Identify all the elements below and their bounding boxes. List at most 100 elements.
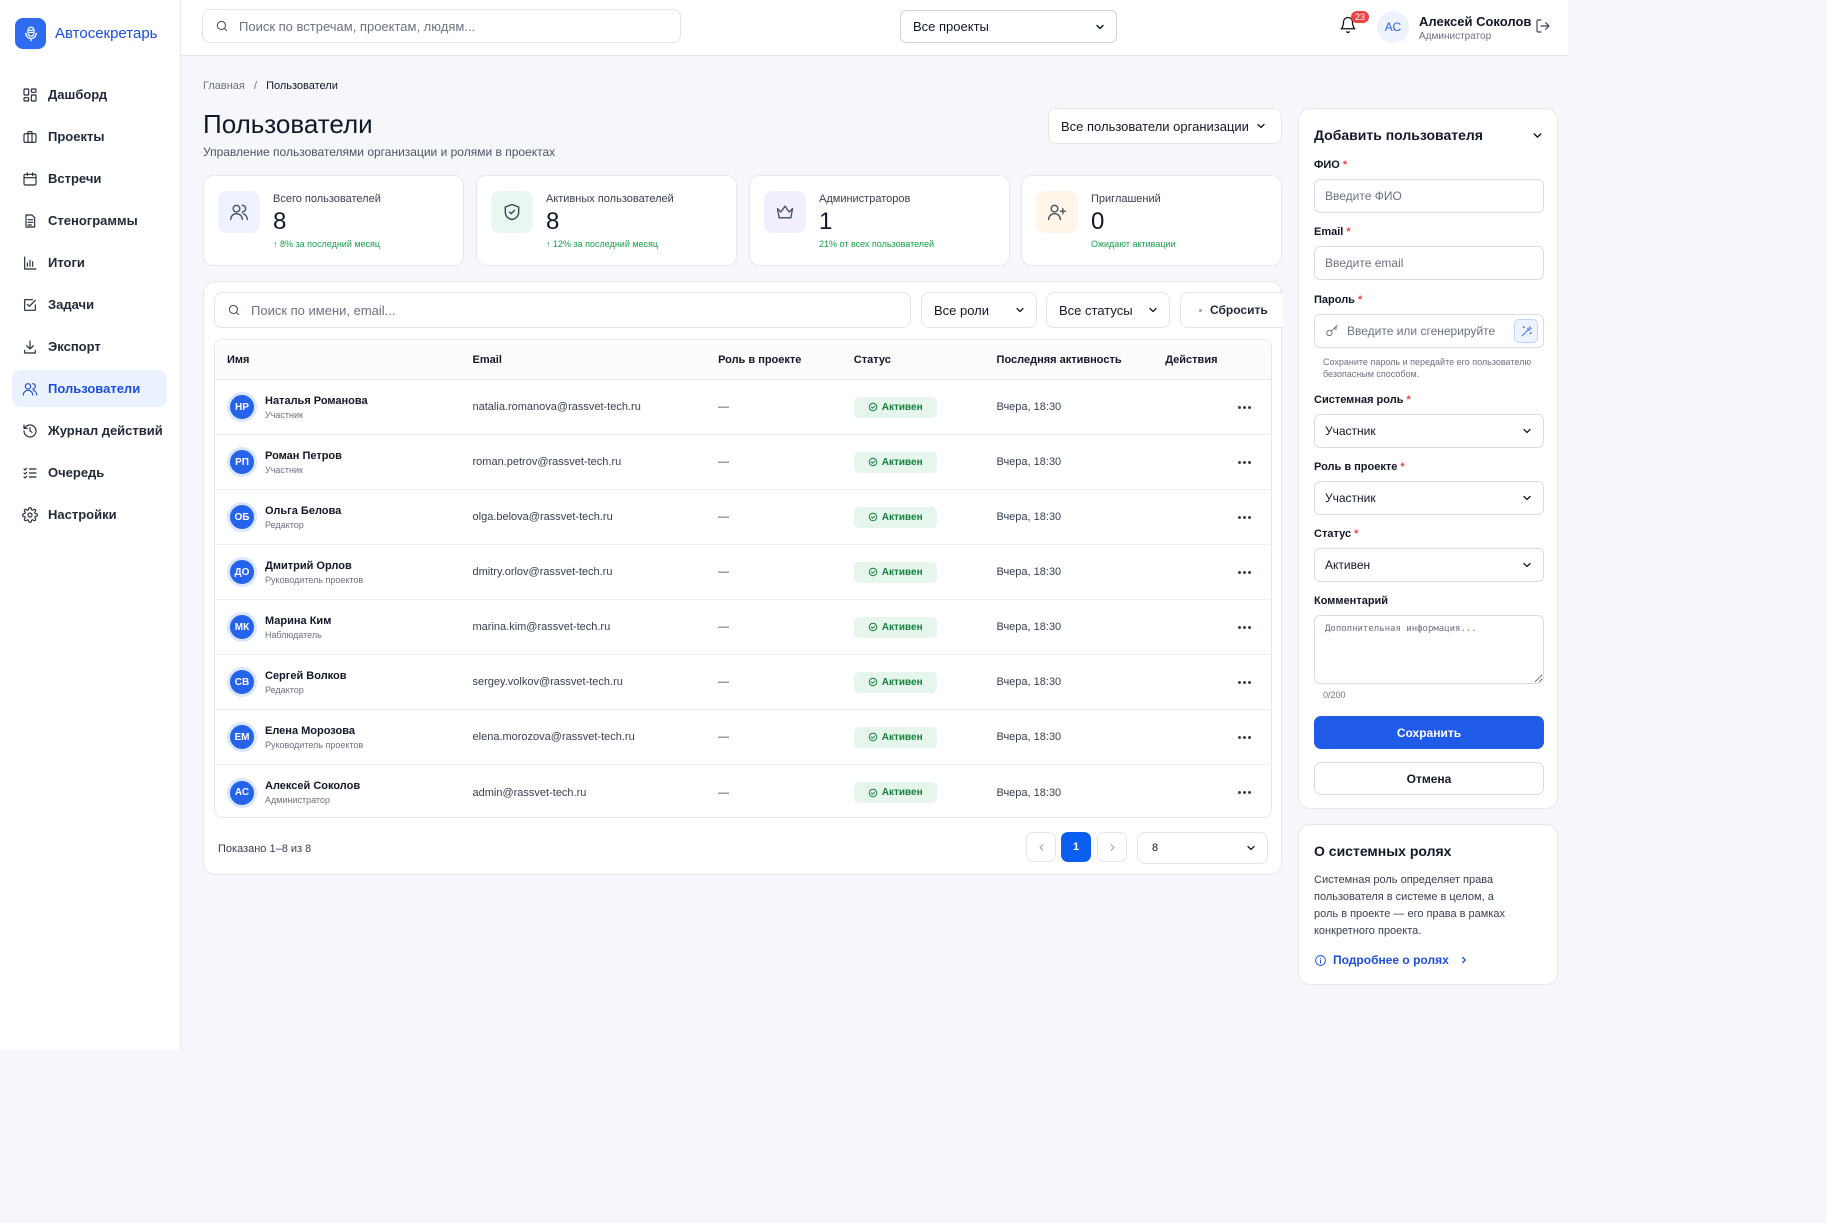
generate-password-button[interactable] — [1514, 319, 1538, 343]
notifications-button[interactable]: 23 — [1339, 11, 1370, 34]
more-actions-icon[interactable] — [1237, 570, 1251, 574]
app-logo[interactable]: Автосекретарь — [15, 18, 157, 49]
table-row[interactable]: СВ Сергей Волков Редактор sergey.volkov@ras… — [215, 655, 1271, 710]
user-name[interactable]: Алексей Соколов — [265, 780, 360, 792]
column-header-status[interactable]: Статус — [854, 354, 997, 366]
users-search-input[interactable] — [251, 302, 851, 318]
fio-input[interactable] — [1325, 189, 1533, 203]
global-search-input[interactable] — [239, 18, 639, 34]
comment-textarea[interactable] — [1314, 615, 1544, 684]
users-search[interactable] — [214, 292, 911, 328]
sidebar-item-export[interactable]: Экспорт — [12, 328, 167, 365]
table-row[interactable]: ДО Дмитрий Орлов Руководитель проектов dmit… — [215, 545, 1271, 600]
column-header-project-role[interactable]: Роль в проекте — [718, 354, 854, 366]
role-filter[interactable]: Все роли — [921, 292, 1037, 328]
password-input[interactable] — [1347, 324, 1506, 338]
pagination-prev-button[interactable] — [1026, 832, 1056, 862]
table-row[interactable]: ЕМ Елена Морозова Руководитель проектов ele… — [215, 710, 1271, 765]
user-name[interactable]: Марина Ким — [265, 615, 331, 627]
sidebar-nav: Дашборд Проекты Встречи Стенограммы Итог… — [12, 76, 167, 538]
fio-field[interactable] — [1314, 179, 1544, 213]
sidebar-item-meetings[interactable]: Встречи — [12, 160, 167, 197]
table-row[interactable]: РП Роман Петров Участник roman.petrov@rassv… — [215, 435, 1271, 490]
status-select[interactable]: Активен — [1314, 548, 1544, 582]
user-info: Марина Ким Наблюдатель — [265, 615, 331, 640]
sidebar-item-projects[interactable]: Проекты — [12, 118, 167, 155]
pagination-next-button[interactable] — [1097, 832, 1127, 862]
user-email: marina.kim@rassvet-tech.ru — [472, 621, 611, 633]
column-header-name[interactable]: Имя — [215, 354, 473, 366]
column-header-email[interactable]: Email — [473, 354, 719, 366]
status-cell: Активен — [853, 506, 997, 528]
email-input[interactable] — [1325, 256, 1533, 270]
save-button[interactable]: Сохранить — [1314, 716, 1544, 749]
more-actions-icon[interactable] — [1237, 791, 1251, 794]
sidebar-item-audit-log[interactable]: Журнал действий — [12, 412, 167, 449]
sidebar-item-settings[interactable]: Настройки — [12, 496, 167, 533]
sidebar-item-label: Стенограммы — [48, 213, 138, 228]
table-row[interactable]: НР Наталья Романова Участник natalia.romano… — [215, 380, 1271, 435]
user-cell: ЕМ Елена Морозова Руководитель проектов — [215, 722, 473, 752]
more-actions-icon[interactable] — [1237, 460, 1251, 464]
roles-info-link[interactable]: Подробнее о ролях — [1314, 953, 1469, 967]
required-mark: * — [1346, 226, 1351, 238]
per-page-select[interactable]: 8 — [1137, 832, 1268, 864]
email-field[interactable] — [1314, 246, 1544, 280]
cancel-button[interactable]: Отмена — [1314, 762, 1544, 795]
more-actions-icon[interactable] — [1237, 625, 1251, 629]
table-row[interactable]: АС Алексей Соколов Администратор admin@rass… — [215, 765, 1271, 817]
user-name[interactable]: Роман Петров — [265, 450, 342, 462]
more-actions-icon[interactable] — [1237, 515, 1251, 519]
global-search[interactable] — [202, 9, 681, 43]
status-cell: Активен — [853, 616, 997, 638]
system-role-select[interactable]: Участник — [1314, 414, 1544, 448]
avatar[interactable]: АС — [1377, 11, 1409, 43]
sidebar-item-tasks[interactable]: Задачи — [12, 286, 167, 323]
breadcrumb-separator: / — [253, 80, 257, 92]
user-name[interactable]: Сергей Волков — [265, 670, 347, 682]
sidebar-item-summaries[interactable]: Итоги — [12, 244, 167, 281]
status-filter[interactable]: Все статусы — [1046, 292, 1170, 328]
sidebar-item-users[interactable]: Пользователи — [12, 370, 167, 407]
more-actions-icon[interactable] — [1237, 405, 1251, 409]
page-title: Пользователи — [203, 109, 373, 139]
sidebar-item-transcripts[interactable]: Стенограммы — [12, 202, 167, 239]
user-last-activity: Вчера, 18:30 — [996, 401, 1062, 413]
user-name[interactable]: Елена Морозова — [265, 725, 363, 737]
user-last-activity: Вчера, 18:30 — [996, 621, 1062, 633]
scope-select[interactable]: Все пользователи организации — [1048, 108, 1282, 144]
user-email: elena.morozova@rassvet-tech.ru — [472, 731, 635, 743]
table-row[interactable]: ОБ Ольга Белова Редактор olga.belova@rassve… — [215, 490, 1271, 545]
table-row[interactable]: МК Марина Ким Наблюдатель marina.kim@rassve… — [215, 600, 1271, 655]
collapse-panel-button[interactable] — [1531, 129, 1544, 142]
stat-card-invitations: Приглашений 0 Ожидают активации — [1021, 175, 1282, 266]
current-user[interactable]: Алексей Соколов Администратор — [1419, 14, 1531, 42]
sidebar-item-queue[interactable]: Очередь — [12, 454, 167, 491]
stat-value: 8 — [273, 208, 287, 235]
user-cell: АС Алексей Соколов Администратор — [215, 777, 473, 808]
stat-value: 1 — [819, 208, 833, 235]
info-icon — [1314, 954, 1327, 967]
project-select[interactable]: Все проекты — [900, 10, 1117, 43]
table-header: Имя Email Роль в проекте Статус Последня… — [215, 340, 1271, 380]
stat-note: Ожидают активации — [1091, 239, 1176, 249]
logout-button[interactable] — [1535, 18, 1551, 34]
reset-filters-button[interactable]: Сбросить — [1180, 292, 1283, 328]
user-name[interactable]: Наталья Романова — [265, 395, 368, 407]
user-name[interactable]: Ольга Белова — [265, 505, 341, 517]
pagination-page-button[interactable]: 1 — [1061, 832, 1091, 862]
more-actions-icon[interactable] — [1237, 735, 1251, 739]
user-name[interactable]: Дмитрий Орлов — [265, 560, 363, 572]
project-role-label: Роль в проекте * — [1314, 461, 1405, 473]
password-field[interactable] — [1314, 314, 1544, 348]
more-actions-icon[interactable] — [1237, 680, 1251, 684]
sidebar-item-dashboard[interactable]: Дашборд — [12, 76, 167, 113]
actions-cell — [1165, 680, 1271, 684]
column-header-last-activity[interactable]: Последняя активность — [997, 354, 1166, 366]
project-role-select[interactable]: Участник — [1314, 481, 1544, 515]
breadcrumb-home[interactable]: Главная — [203, 80, 245, 92]
email-label: Email * — [1314, 226, 1351, 238]
shield-check-icon — [491, 191, 533, 233]
chevron-left-icon — [1036, 842, 1047, 853]
user-project-role: — — [718, 566, 730, 578]
